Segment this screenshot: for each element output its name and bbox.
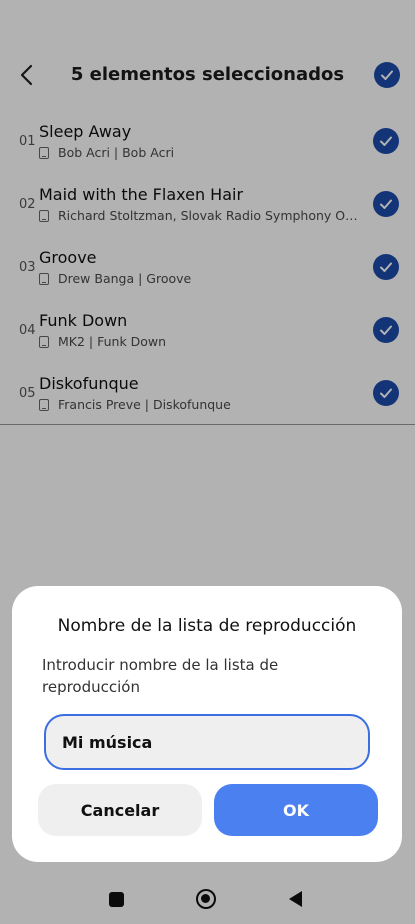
- playlist-name-dialog: Nombre de la lista de reproducción Intro…: [12, 586, 402, 862]
- dialog-prompt: Introducir nombre de la lista de reprodu…: [42, 656, 279, 696]
- playlist-name-value: Mi música: [62, 733, 153, 752]
- dialog-title: Nombre de la lista de reproducción: [57, 616, 357, 636]
- ok-button[interactable]: OK: [214, 784, 378, 836]
- playlist-name-input[interactable]: Mi música: [44, 714, 370, 770]
- cancel-button[interactable]: Cancelar: [38, 784, 202, 836]
